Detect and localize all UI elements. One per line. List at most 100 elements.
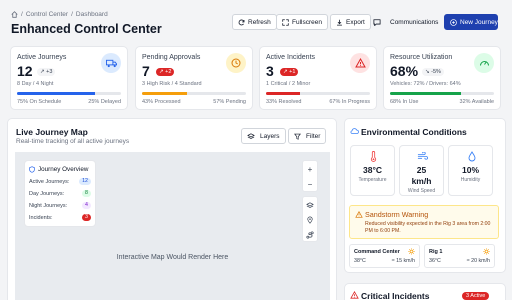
filter-button[interactable]: Filter [288,128,327,144]
overview-count-badge: 4 [82,202,91,210]
zoom-in-button[interactable]: + [303,162,317,176]
stat-subtitle: Vehicles: 72% / Drivers: 64% [390,81,461,87]
cloud-icon [350,127,359,135]
layers-button[interactable]: Layers [241,128,286,144]
communications-button[interactable]: Communications [368,14,443,30]
temperature-card: 38°C Temperature [350,145,395,196]
route-icon[interactable] [303,228,317,242]
breadcrumb-separator: / [21,11,23,18]
layers-label: Layers [260,132,280,140]
stat-title: Resource Utilization [390,54,453,61]
active-journeys-card[interactable]: Active Journeys 12 ↗ +3 8 Day / 4 Night … [10,46,128,110]
progress-fill [390,92,461,95]
temperature-value: 38°C [363,165,382,175]
plus-circle-icon [450,18,457,26]
zoom-out-button[interactable]: − [303,177,317,191]
map-placeholder-text: Interactive Map Would Render Here [116,254,229,261]
progress-fill [17,92,95,95]
progress-fill [142,92,187,95]
location-wind: ≈ 20 km/h [466,258,490,264]
stat-value: 3 [266,63,274,79]
thermometer-icon [370,151,377,162]
sun-icon [408,248,415,255]
new-journey-label: New Journey [460,18,498,26]
overview-row: Night Journeys: 4 [29,202,91,210]
journey-overview-card: Journey Overview Active Journeys: 12 Day… [24,160,96,227]
filter-icon [294,133,301,140]
filter-label: Filter [306,132,321,140]
location-card-rig-1: Rig 1 36°C ≈ 20 km/h [424,244,495,268]
journey-overview-header: Journey Overview [29,166,88,173]
overview-row: Incidents: 3 [29,214,91,222]
delta-badge: ↗ +3 [37,68,56,76]
map-pin-icon[interactable] [303,213,317,227]
message-icon [373,18,381,26]
overview-count-badge: 3 [82,214,91,222]
communications-label: Communications [390,18,439,26]
gauge-icon [474,53,494,73]
wind-speed-unit: km/h [411,176,432,186]
layers-icon [247,132,255,140]
wind-icon [417,152,428,161]
progress-left-label: 75% On Schedule [17,99,62,105]
progress-right-label: 67% In Progress [329,99,370,105]
stat-value: 7 [142,63,150,79]
progress-right-label: 57% Pending [213,99,246,105]
truck-icon [101,53,121,73]
progress-bar [17,92,121,95]
location-temperature: 38°C [354,258,366,264]
overview-label: Active Journeys: [29,178,70,185]
location-name: Rig 1 [429,249,443,255]
sandstorm-warning-alert: Sandstorm Warning Reduced visibility exp… [349,205,499,239]
layers-icon[interactable] [303,198,317,212]
map-title: Live Journey Map [16,127,88,137]
stat-title: Active Journeys [17,54,67,61]
progress-right-label: 25% Delayed [88,99,121,105]
progress-bar [142,92,246,95]
overview-row: Day Journeys: 8 [29,190,91,198]
delta-badge: ↘ -5% [422,68,444,76]
breadcrumb: / Control Center / Dashboard [11,11,108,18]
temperature-label: Temperature [358,177,387,183]
sun-icon [483,248,490,255]
stat-subtitle: 1 Critical / 2 Minor [266,81,311,87]
refresh-button[interactable]: Refresh [232,14,277,30]
humidity-label: Humidity [460,177,481,183]
stat-subtitle: 3 High Risk / 4 Standard [142,81,202,87]
alert-title: Sandstorm Warning [365,210,429,219]
breadcrumb-control-center[interactable]: Control Center [26,11,68,18]
expand-icon [282,18,289,26]
active-incidents-card[interactable]: Active Incidents 3 ↗ +1 1 Critical / 2 M… [259,46,377,110]
location-name: Command Center [354,249,400,255]
download-icon [336,19,343,26]
clock-icon [226,53,246,73]
new-journey-button[interactable]: New Journey [444,14,498,30]
journey-overview-title: Journey Overview [38,166,89,173]
wind-speed-value: 25 [416,165,427,175]
pending-approvals-card[interactable]: Pending Approvals 7 ↗ +2 3 High Risk / 4… [135,46,253,110]
humidity-card: 10% Humidity [448,145,493,196]
delta-badge: ↗ +1 [280,68,299,76]
progress-right-label: 32% Available [459,99,494,105]
overview-count-badge: 12 [79,178,91,186]
overview-row: Active Journeys: 12 [29,178,91,186]
refresh-icon [238,19,245,26]
fullscreen-button[interactable]: Fullscreen [276,14,328,30]
droplet-icon [468,151,476,162]
location-wind: ≈ 15 km/h [391,258,415,264]
warning-icon [355,211,363,218]
progress-left-label: 68% In Use [390,99,419,105]
progress-left-label: 33% Resolved [266,99,302,105]
progress-bar [266,92,370,95]
wind-speed-card: 25 km/h Wind Speed [399,145,444,196]
export-label: Export [346,18,365,26]
location-card-command-center: Command Center 38°C ≈ 15 km/h [349,244,420,268]
alert-text: Reduced visibility expected in the Rig 3… [365,221,491,234]
progress-left-label: 43% Processed [142,99,181,105]
warning-icon [350,291,359,299]
export-button[interactable]: Export [330,14,371,30]
overview-label: Night Journeys: [29,202,68,209]
overview-label: Day Journeys: [29,190,65,197]
resource-utilization-card[interactable]: Resource Utilization 68% ↘ -5% Vehicles:… [383,46,501,110]
home-icon[interactable] [11,11,18,18]
